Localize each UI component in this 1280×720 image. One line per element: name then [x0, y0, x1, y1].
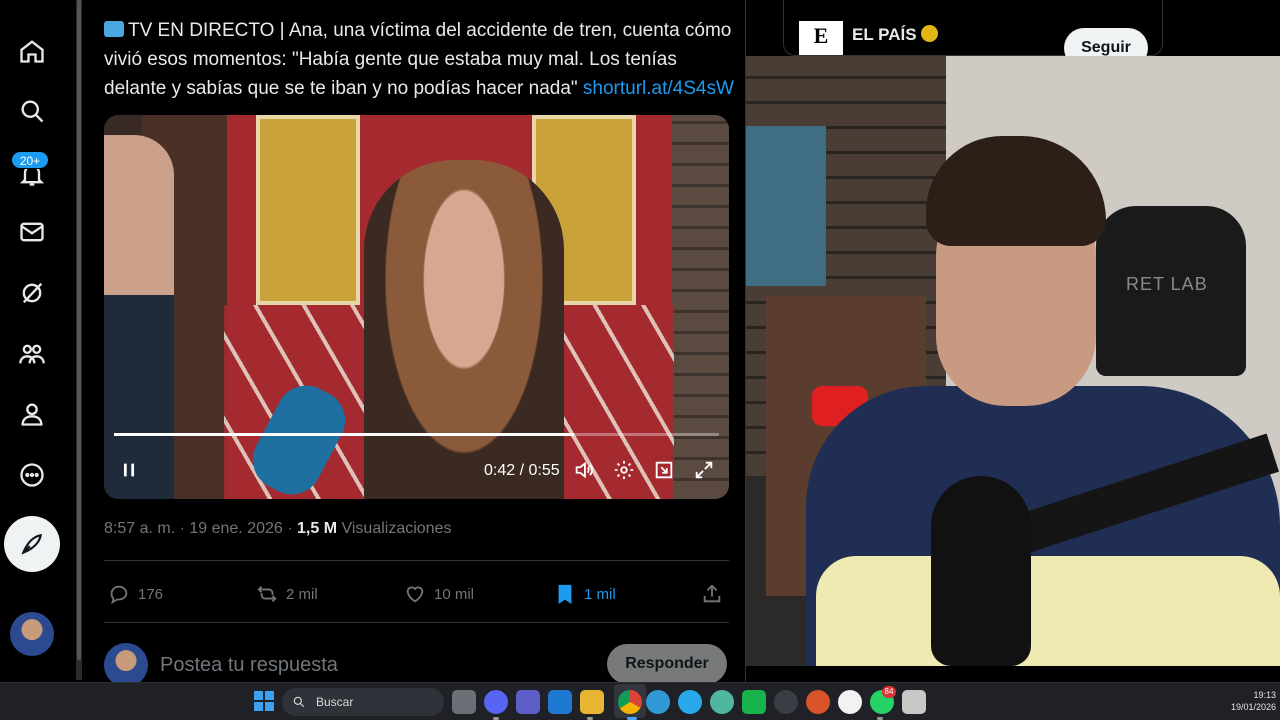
verified-badge-icon: [920, 25, 938, 42]
bookmark-button[interactable]: 1 mil: [554, 578, 616, 610]
tv-emoji-icon: [104, 21, 124, 37]
search-icon[interactable]: [12, 91, 52, 131]
reply-icon: [110, 585, 128, 605]
screen: 20+ TV EN DIRECTO | Ana, una víctima del…: [0, 0, 1280, 720]
telegram-icon[interactable]: [678, 690, 702, 714]
webcam-overlay: RET LAB: [746, 56, 1280, 666]
view-label: Visualizaciones: [337, 520, 452, 537]
notifications-badge: 20+: [11, 151, 49, 169]
post-button[interactable]: [4, 516, 60, 572]
obs-icon[interactable]: [774, 690, 798, 714]
video-brick: [672, 115, 729, 499]
more-icon[interactable]: [12, 455, 52, 495]
view-count: 1,5 M: [297, 520, 338, 537]
tweet-datetime[interactable]: 8:57 a. m. · 19 ene. 2026 ·: [104, 520, 297, 537]
webcam-monitor: [746, 126, 826, 286]
avatar[interactable]: [10, 612, 54, 656]
snipping-tool-icon[interactable]: [902, 690, 926, 714]
chair-label: RET LAB: [1126, 274, 1208, 294]
fullscreen-icon[interactable]: [691, 457, 717, 483]
taskbar-search[interactable]: Buscar: [282, 688, 444, 716]
messages-icon[interactable]: [12, 212, 52, 252]
repost-count: 2 mil: [286, 585, 318, 603]
tweet-meta: 8:57 a. m. · 19 ene. 2026 · 1,5 M Visual…: [104, 520, 451, 538]
video-controls: 0:42 / 0:55: [104, 451, 729, 491]
home-icon[interactable]: [12, 31, 52, 71]
video-progress-bar[interactable]: [114, 433, 719, 436]
divider: [104, 622, 729, 623]
taskbar-search-placeholder: Buscar: [316, 695, 354, 709]
tweet-link[interactable]: shorturl.at/4S4sW: [583, 78, 734, 99]
reply-count: 176: [138, 585, 164, 603]
video-reporter: [104, 135, 174, 499]
repost-icon: [257, 586, 277, 602]
task-view-icon[interactable]: [452, 690, 476, 714]
webcam-bottom-band: [746, 666, 1280, 682]
clock-time: 19:13: [1253, 690, 1276, 700]
share-button[interactable]: [701, 578, 723, 610]
video-interviewee: [364, 160, 564, 499]
discord-icon[interactable]: [484, 690, 508, 714]
share-icon: [703, 584, 721, 603]
post-icon: [21, 534, 42, 555]
network-app-icon[interactable]: [710, 690, 734, 714]
reply-button[interactable]: 176: [108, 578, 163, 610]
scrollbar[interactable]: [76, 0, 82, 680]
el-pais-logo[interactable]: E: [799, 21, 843, 55]
clock-date: 19/01/2026: [1230, 702, 1276, 712]
taskbar: Buscar 84 19:13 19/01/2026: [0, 682, 1280, 720]
editor-app-icon[interactable]: [742, 690, 766, 714]
tweet-text: TV EN DIRECTO | Ana, una víctima del acc…: [104, 16, 734, 103]
bookmark-icon: [558, 584, 572, 604]
app-icon[interactable]: [838, 690, 862, 714]
tweet-detail: TV EN DIRECTO | Ana, una víctima del acc…: [84, 0, 746, 687]
avatar: [104, 643, 148, 687]
settings-icon[interactable]: [611, 457, 637, 483]
outlook-icon[interactable]: [548, 690, 572, 714]
like-count: 10 mil: [434, 585, 475, 603]
video-progress-fill: [114, 433, 574, 436]
repost-button[interactable]: 2 mil: [256, 578, 318, 610]
file-explorer-icon[interactable]: [580, 690, 604, 714]
scrollbar-thumb[interactable]: [77, 0, 81, 660]
chrome-icon[interactable]: [618, 690, 642, 714]
windows-start-icon[interactable]: [254, 691, 274, 711]
edge-icon[interactable]: [646, 690, 670, 714]
tweet-actions: 176 2 mil 10 mil 1 mil: [104, 578, 734, 610]
left-sidebar: 20+: [0, 0, 78, 682]
pause-icon[interactable]: [116, 457, 142, 483]
grok-icon[interactable]: [12, 273, 52, 313]
webcam-microphone: [931, 476, 1031, 666]
reply-input[interactable]: Postea tu respuesta: [160, 654, 338, 677]
reply-submit-button[interactable]: Responder: [607, 644, 727, 684]
like-button[interactable]: 10 mil: [404, 578, 474, 610]
heart-icon: [406, 586, 424, 603]
system-clock[interactable]: 19:13 19/01/2026: [1224, 689, 1280, 713]
video-window: [256, 115, 360, 305]
teams-icon[interactable]: [516, 690, 540, 714]
whatsapp-badge: 84: [882, 686, 896, 698]
video-player[interactable]: 0:42 / 0:55: [104, 115, 729, 499]
profile-name[interactable]: EL PAÍS: [852, 25, 938, 45]
profile-icon[interactable]: [12, 394, 52, 434]
app-icon[interactable]: [806, 690, 830, 714]
volume-icon[interactable]: [571, 457, 597, 483]
bookmark-count: 1 mil: [584, 585, 616, 603]
search-icon: [293, 696, 305, 708]
video-time: 0:42 / 0:55: [484, 462, 560, 479]
profile-name-text: EL PAÍS: [852, 25, 917, 44]
webcam-jacket-stripe: [816, 556, 1280, 666]
communities-icon[interactable]: [12, 334, 52, 374]
pip-icon[interactable]: [651, 457, 677, 483]
divider: [104, 560, 729, 561]
video-frame: [104, 115, 729, 499]
